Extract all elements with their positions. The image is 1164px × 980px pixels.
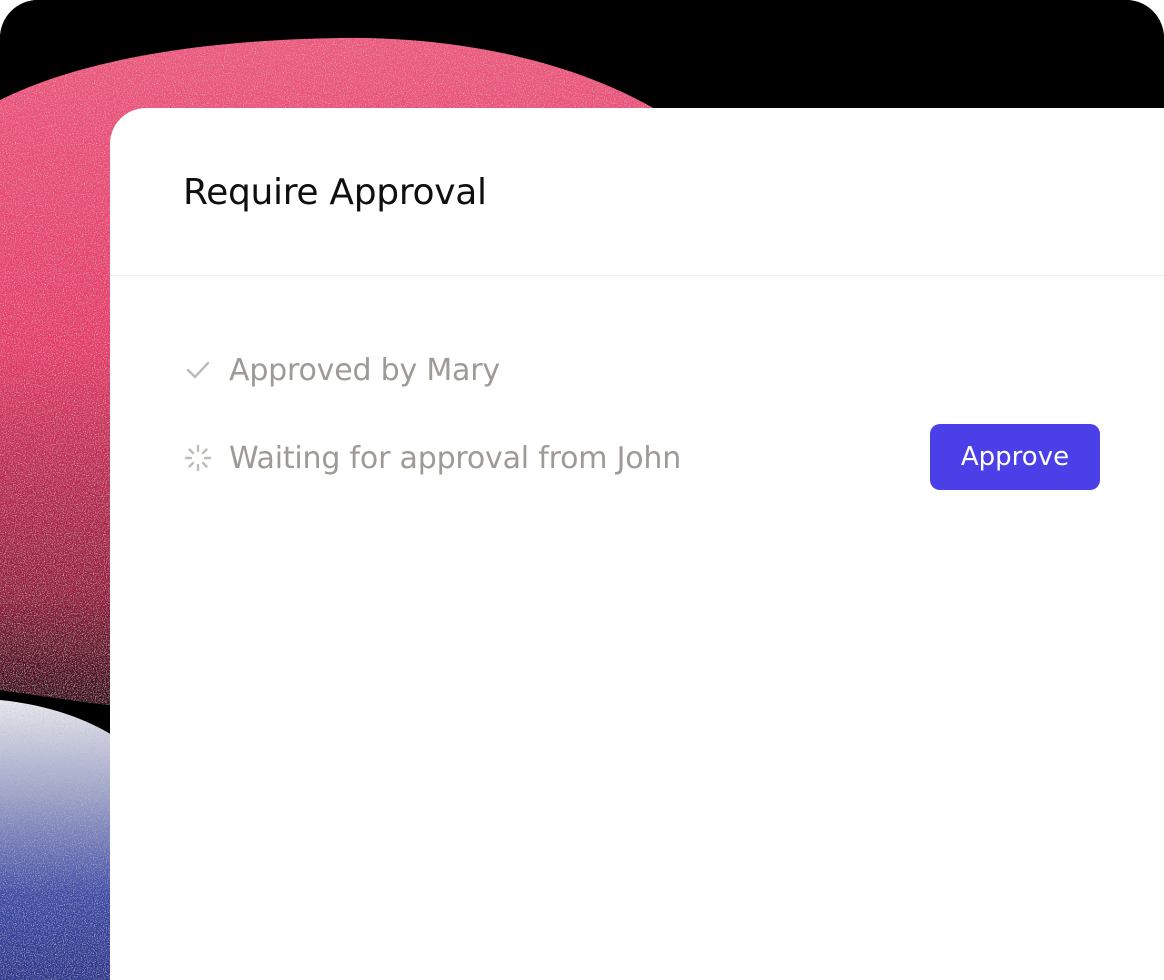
checkmark-icon <box>183 355 213 385</box>
approval-item-mary: Approved by Mary <box>183 350 500 390</box>
approval-card: Require Approval Approved by Mary Waitin… <box>110 108 1164 980</box>
app-frame: Require Approval Approved by Mary Waitin… <box>0 0 1164 980</box>
card-header: Require Approval <box>110 108 1164 276</box>
approval-status-text: Waiting for approval from John <box>229 440 682 476</box>
approval-status-text: Approved by Mary <box>229 352 500 388</box>
spinner-icon <box>183 443 213 473</box>
approve-button[interactable]: Approve <box>930 424 1100 490</box>
card-title: Require Approval <box>183 172 487 213</box>
approval-item-john: Waiting for approval from John <box>183 438 681 478</box>
